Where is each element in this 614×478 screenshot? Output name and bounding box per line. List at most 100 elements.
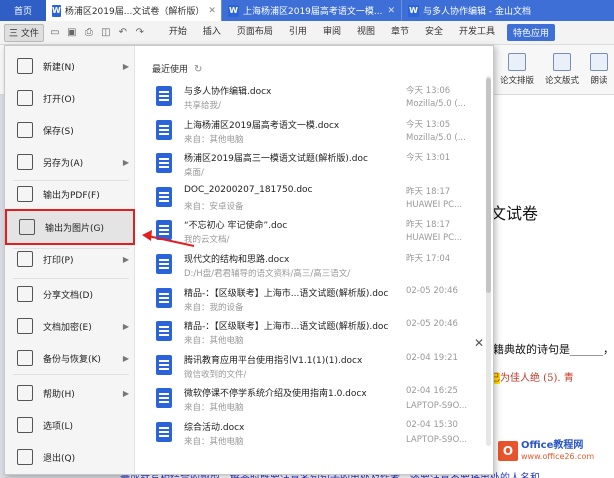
menu-item-help[interactable]: 帮助(H) ▶ xyxy=(5,377,135,409)
menu-insert[interactable]: 插入 xyxy=(195,24,229,41)
recent-file-name: 上海杨浦区2019届高考语文一模.docx xyxy=(184,120,340,131)
recent-file-name: 与多人协作编辑.docx xyxy=(184,87,272,97)
menu-reference[interactable]: 引用 xyxy=(281,24,315,41)
menu-start[interactable]: 开始 xyxy=(161,24,195,41)
word-doc-icon xyxy=(156,354,172,375)
word-doc-icon xyxy=(156,186,172,207)
menu-item-export-pdf[interactable]: 输出为PDF(F) xyxy=(5,178,135,210)
menu-item-print[interactable]: 打印(P) ▶ xyxy=(5,243,135,275)
tab-home[interactable]: 首页 xyxy=(0,0,46,21)
recent-file-date: 今天 13:06 xyxy=(406,86,451,96)
menu-items: 开始 插入 页面布局 引用 审阅 视图 章节 安全 开发工具 特色应用 xyxy=(161,24,556,41)
menu-chapter[interactable]: 章节 xyxy=(383,24,417,41)
menu-item-label: 打开(O) xyxy=(43,94,76,105)
tab-document-2[interactable]: W 上海杨浦区2019届高考语文一模... ✕ xyxy=(221,0,401,21)
menu-item-exit[interactable]: 退出(Q) xyxy=(5,441,135,473)
recent-file-item[interactable]: 精品-：【区级联考】上海市...语文试题(解析版).doc 来自：其他电脑 02-0… xyxy=(148,317,478,353)
word-doc-icon xyxy=(156,321,172,342)
recent-file-item[interactable]: 精品-：【区级联考】上海市...语文试题(解析版).doc 来自：我的设备 02-0… xyxy=(148,284,478,320)
menu-item-save-as[interactable]: 另存为(A) ▶ xyxy=(5,146,135,178)
menu-item-save[interactable]: 保存(S) xyxy=(5,114,135,146)
recent-file-name: DOC_20200207_181750.doc xyxy=(184,184,313,195)
word-doc-icon: W xyxy=(408,4,419,17)
refresh-icon[interactable]: ↻ xyxy=(194,64,202,75)
recent-file-item[interactable]: 微软停课不停学系统介绍及使用指南1.0.docx 来自：其他电脑 02-04 16:… xyxy=(148,384,478,420)
open-folder-icon xyxy=(17,90,33,106)
word-doc-icon: W xyxy=(228,4,239,17)
watermark-text: Office教程网 www.office26.com xyxy=(521,440,594,462)
tab-document-3[interactable]: W 与多人协作编辑 - 金山文档 xyxy=(401,0,591,21)
word-doc-icon xyxy=(156,153,172,174)
menu-security[interactable]: 安全 xyxy=(417,24,451,41)
menu-view[interactable]: 视图 xyxy=(349,24,383,41)
close-icon[interactable]: ✕ xyxy=(383,6,395,16)
close-icon[interactable]: ✕ xyxy=(204,6,216,16)
recent-file-device: Mozilla/5.0 (... xyxy=(406,132,466,143)
scrollbar-thumb[interactable] xyxy=(486,78,491,293)
menu-item-label: 备份与恢复(K) xyxy=(43,354,101,365)
menu-item-share[interactable]: 分享文档(D) xyxy=(5,278,135,310)
tab-home-label: 首页 xyxy=(13,7,32,17)
read-aloud-button[interactable]: 朗读 xyxy=(590,53,608,86)
menu-feature-apps[interactable]: 特色应用 xyxy=(507,24,556,41)
menu-bar: 三 文件 ▭ ▣ ⎙ ◫ ↶ ↷ 开始 插入 页面布局 引用 审阅 视图 章节 … xyxy=(0,21,614,45)
word-doc-icon: W xyxy=(52,4,61,17)
recent-file-item[interactable]: 与多人协作编辑.docx 共享给我/今天 13:06 Mozilla/5.0 (..… xyxy=(148,82,478,118)
divider xyxy=(13,374,129,375)
menu-item-label: 帮助(H) xyxy=(43,389,75,400)
help-icon xyxy=(17,385,33,401)
menu-developer[interactable]: 开发工具 xyxy=(451,24,503,41)
menu-item-options[interactable]: 选项(L) xyxy=(5,409,135,441)
thesis-layout-label: 论文排版 xyxy=(500,76,535,86)
save-icon xyxy=(17,122,33,138)
undo-icon[interactable]: ↶ xyxy=(116,27,130,38)
close-icon[interactable]: ✕ xyxy=(474,336,484,350)
menu-item-encrypt[interactable]: 文档加密(E) ▶ xyxy=(5,310,135,342)
recent-file-name: 微软停课不停学系统介绍及使用指南1.0.docx xyxy=(184,389,367,400)
menu-review[interactable]: 审阅 xyxy=(315,24,349,41)
save-as-icon xyxy=(17,154,33,170)
thesis-layout-button[interactable]: 论文排版 xyxy=(500,53,534,86)
tab-active-document[interactable]: W 杨浦区2019届...文试卷（解析版） ✕ xyxy=(46,0,221,21)
preview-icon[interactable]: ◫ xyxy=(99,27,113,38)
folder-icon[interactable]: ▭ xyxy=(48,27,62,38)
recent-file-path: 来自：我的设备 xyxy=(184,302,244,313)
annotation-arrow-icon xyxy=(142,230,195,247)
recent-file-item[interactable]: 杨浦区2019届高三一模语文试题(解析版).doc 桌面/今天 13:01 xyxy=(148,149,478,185)
menu-item-label: 保存(S) xyxy=(43,126,74,137)
redo-icon[interactable]: ↷ xyxy=(133,27,147,38)
recent-file-path: 共享给我/ xyxy=(184,101,221,111)
menu-item-open[interactable]: 打开(O) xyxy=(5,82,135,114)
recent-file-item[interactable]: 现代文的结构和思路.docx D:/H盘/君君辅导的语文资料/高三/高三语文/昨天… xyxy=(148,250,478,286)
share-icon xyxy=(17,286,33,302)
chevron-right-icon: ▶ xyxy=(122,254,129,264)
tab-bar: 首页 W 杨浦区2019届...文试卷（解析版） ✕ W 上海杨浦区2019届高… xyxy=(0,0,614,21)
thesis-format-button[interactable]: 论文版式 xyxy=(545,53,579,86)
menu-item-export-image[interactable]: 输出为图片(G) xyxy=(5,209,135,245)
menu-item-backup[interactable]: 备份与恢复(K) ▶ xyxy=(5,342,135,374)
recent-file-name: 精品-：【区级联考】上海市...语文试题(解析版).doc xyxy=(184,322,389,333)
watermark-title: Office教程网 xyxy=(521,440,584,451)
recent-file-path: 来自：其他电脑 xyxy=(184,134,244,145)
recent-file-date: 02-05 20:46 xyxy=(406,285,458,296)
recent-file-item[interactable]: 腾讯教育应用平台使用指引V1.1(1)(1).docx 微信收到的文件/02-04… xyxy=(148,351,478,387)
file-menu-button[interactable]: 三 文件 xyxy=(4,23,44,42)
recent-file-date: 02-05 20:46 xyxy=(406,319,458,330)
recent-file-path: 微信收到的文件/ xyxy=(184,369,247,380)
save-icon[interactable]: ▣ xyxy=(65,27,79,38)
document-line: 籍典故的诗句是______， xyxy=(493,343,614,356)
print-icon[interactable]: ⎙ xyxy=(82,27,96,38)
document-answer-line: 弦已为佳人绝 (5). 青 xyxy=(480,369,574,384)
print-icon xyxy=(17,251,33,267)
chevron-right-icon: ▶ xyxy=(122,353,129,363)
recent-file-item[interactable]: 上海杨浦区2019届高考语文一模.docx 来自：其他电脑 今天 13:05 Mozi… xyxy=(148,116,478,152)
exit-icon xyxy=(17,449,33,465)
thesis-format-label: 论文版式 xyxy=(545,76,580,86)
recent-file-name: 杨浦区2019届高三一模语文试题(解析版).doc xyxy=(184,154,368,165)
menu-item-new[interactable]: 新建(N) ▶ xyxy=(5,50,135,82)
chevron-right-icon: ▶ xyxy=(122,321,129,331)
watermark-url: www.office26.com xyxy=(521,452,595,461)
recent-file-item[interactable]: 综合活动.docx 来自：其他电脑 02-04 15:30 LAPTOP-S9O... xyxy=(148,418,478,454)
menu-page-layout[interactable]: 页面布局 xyxy=(229,24,281,41)
quick-access-toolbar: ▭ ▣ ⎙ ◫ ↶ ↷ xyxy=(48,27,147,38)
